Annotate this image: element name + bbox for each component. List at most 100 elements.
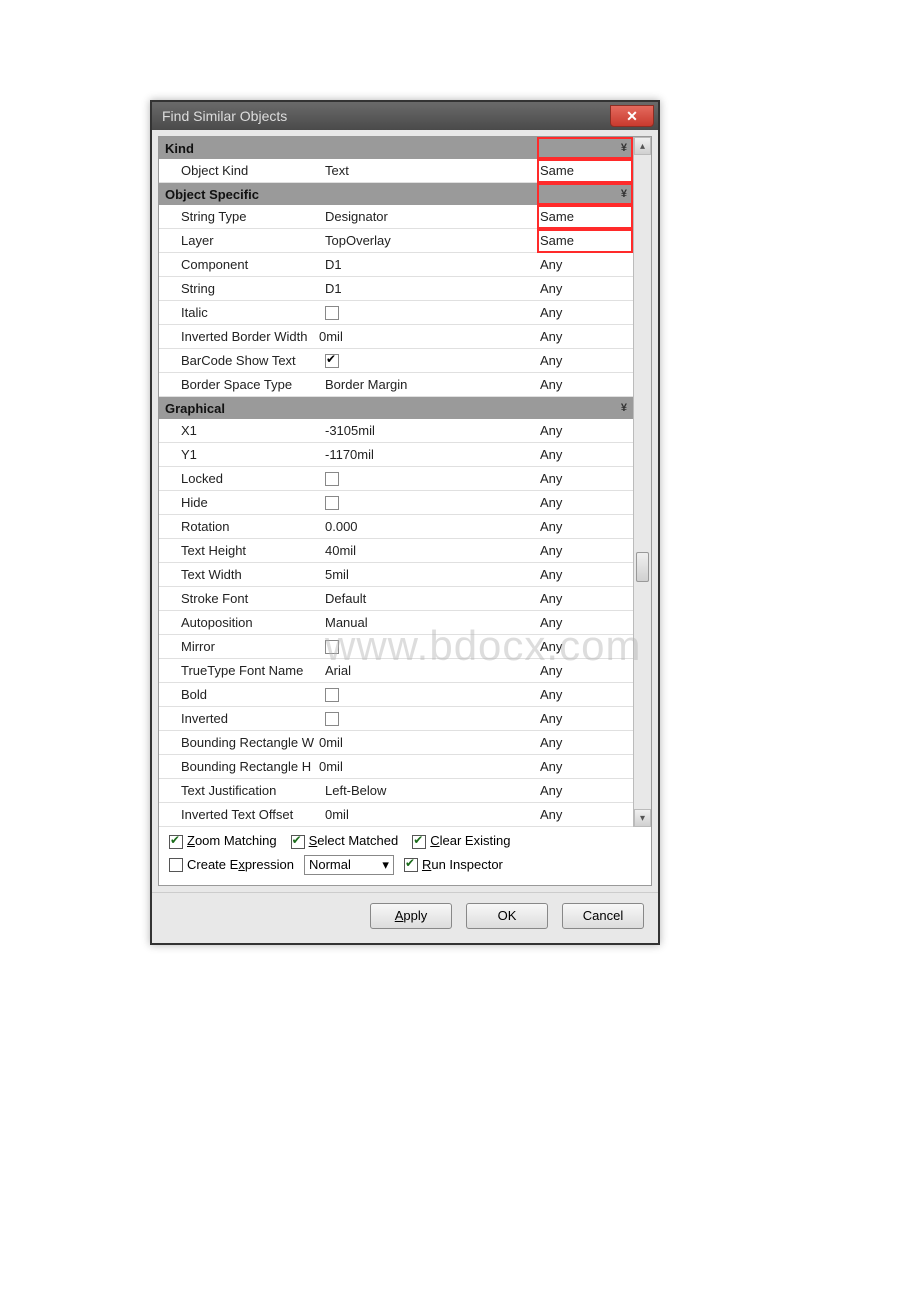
- row-text-justification[interactable]: Text Justification Left-Below Any: [159, 779, 633, 803]
- prop-value[interactable]: Default: [319, 591, 534, 606]
- prop-match[interactable]: Any: [534, 759, 629, 774]
- row-border-space-type[interactable]: Border Space Type Border Margin Any: [159, 373, 633, 397]
- row-truetype-font-name[interactable]: TrueType Font Name Arial Any: [159, 659, 633, 683]
- checkbox-bold[interactable]: [325, 688, 339, 702]
- row-y1[interactable]: Y1 -1170mil Any: [159, 443, 633, 467]
- prop-match[interactable]: Same: [540, 233, 574, 248]
- checkbox-run-inspector[interactable]: [404, 858, 418, 872]
- row-x1[interactable]: X1 -3105mil Any: [159, 419, 633, 443]
- prop-value[interactable]: -3105mil: [319, 423, 534, 438]
- prop-match[interactable]: Any: [534, 519, 629, 534]
- row-text-width[interactable]: Text Width 5mil Any: [159, 563, 633, 587]
- prop-match[interactable]: Any: [534, 353, 629, 368]
- prop-value[interactable]: D1: [319, 281, 534, 296]
- prop-value[interactable]: D1: [319, 257, 534, 272]
- prop-value[interactable]: Text: [319, 163, 534, 178]
- prop-value[interactable]: 0mil: [313, 759, 534, 774]
- prop-match[interactable]: Any: [534, 711, 629, 726]
- apply-button[interactable]: Apply: [370, 903, 452, 929]
- run-inspector-option[interactable]: Run Inspector: [404, 857, 503, 873]
- row-autoposition[interactable]: Autoposition Manual Any: [159, 611, 633, 635]
- checkbox-zoom-matching[interactable]: [169, 835, 183, 849]
- row-bounding-rect-w[interactable]: Bounding Rectangle W 0mil Any: [159, 731, 633, 755]
- scroll-up-icon[interactable]: ▴: [634, 137, 651, 155]
- close-button[interactable]: ✕: [610, 105, 654, 127]
- section-object-specific[interactable]: Object Specific ¥: [159, 183, 633, 205]
- prop-match[interactable]: Any: [534, 663, 629, 678]
- row-hide[interactable]: Hide Any: [159, 491, 633, 515]
- prop-match[interactable]: Any: [534, 639, 629, 654]
- prop-value[interactable]: 0mil: [313, 735, 534, 750]
- row-string-type[interactable]: String Type Designator Same: [159, 205, 633, 229]
- prop-match[interactable]: Any: [534, 305, 629, 320]
- prop-match[interactable]: Same: [540, 209, 574, 224]
- row-component[interactable]: Component D1 Any: [159, 253, 633, 277]
- checkbox-mirror[interactable]: [325, 640, 339, 654]
- prop-match[interactable]: Any: [534, 567, 629, 582]
- prop-match[interactable]: Any: [534, 735, 629, 750]
- row-bounding-rect-h[interactable]: Bounding Rectangle H 0mil Any: [159, 755, 633, 779]
- prop-value[interactable]: Left-Below: [319, 783, 534, 798]
- prop-value[interactable]: Designator: [319, 209, 534, 224]
- scroll-thumb[interactable]: [636, 552, 649, 582]
- checkbox-barcode-show-text[interactable]: [325, 354, 339, 368]
- prop-match[interactable]: Any: [534, 257, 629, 272]
- prop-value[interactable]: -1170mil: [319, 447, 534, 462]
- row-barcode-show-text[interactable]: BarCode Show Text Any: [159, 349, 633, 373]
- row-object-kind[interactable]: Object Kind Text Same: [159, 159, 633, 183]
- select-matched-option[interactable]: Select Matched: [291, 833, 399, 849]
- prop-match[interactable]: Any: [534, 281, 629, 296]
- prop-match[interactable]: Same: [540, 163, 574, 178]
- row-locked[interactable]: Locked Any: [159, 467, 633, 491]
- row-inverted[interactable]: Inverted Any: [159, 707, 633, 731]
- row-text-height[interactable]: Text Height 40mil Any: [159, 539, 633, 563]
- checkbox-clear-existing[interactable]: [412, 835, 426, 849]
- checkbox-italic[interactable]: [325, 306, 339, 320]
- checkbox-locked[interactable]: [325, 472, 339, 486]
- prop-value[interactable]: 0mil: [313, 329, 534, 344]
- row-stroke-font[interactable]: Stroke Font Default Any: [159, 587, 633, 611]
- checkbox-hide[interactable]: [325, 496, 339, 510]
- prop-match[interactable]: Any: [534, 423, 629, 438]
- prop-value[interactable]: Arial: [319, 663, 534, 678]
- checkbox-create-expression[interactable]: [169, 858, 183, 872]
- create-expression-option[interactable]: Create Expression: [169, 857, 294, 873]
- row-string[interactable]: String D1 Any: [159, 277, 633, 301]
- prop-match[interactable]: Any: [534, 447, 629, 462]
- prop-match[interactable]: Any: [534, 329, 629, 344]
- checkbox-select-matched[interactable]: [291, 835, 305, 849]
- prop-value[interactable]: 0.000: [319, 519, 534, 534]
- prop-match[interactable]: Any: [534, 687, 629, 702]
- prop-match[interactable]: Any: [534, 377, 629, 392]
- section-graphical[interactable]: Graphical ¥: [159, 397, 633, 419]
- prop-match[interactable]: Any: [534, 807, 629, 822]
- scroll-down-icon[interactable]: ▾: [634, 809, 651, 827]
- prop-match[interactable]: Any: [534, 615, 629, 630]
- checkbox-inverted[interactable]: [325, 712, 339, 726]
- prop-match[interactable]: Any: [534, 543, 629, 558]
- row-mirror[interactable]: Mirror Any: [159, 635, 633, 659]
- prop-match[interactable]: Any: [534, 783, 629, 798]
- prop-match[interactable]: Any: [534, 471, 629, 486]
- prop-match[interactable]: Any: [534, 495, 629, 510]
- row-inverted-text-offset[interactable]: Inverted Text Offset 0mil Any: [159, 803, 633, 827]
- row-rotation[interactable]: Rotation 0.000 Any: [159, 515, 633, 539]
- row-inverted-border-width[interactable]: Inverted Border Width 0mil Any: [159, 325, 633, 349]
- prop-value[interactable]: 5mil: [319, 567, 534, 582]
- row-italic[interactable]: Italic Any: [159, 301, 633, 325]
- clear-existing-option[interactable]: Clear Existing: [412, 833, 510, 849]
- section-kind[interactable]: Kind ¥: [159, 137, 633, 159]
- row-bold[interactable]: Bold Any: [159, 683, 633, 707]
- cancel-button[interactable]: Cancel: [562, 903, 644, 929]
- vertical-scrollbar[interactable]: ▴ ▾: [633, 137, 651, 827]
- prop-value[interactable]: Manual: [319, 615, 534, 630]
- expression-mode-select[interactable]: Normal ▾: [304, 855, 394, 875]
- prop-value[interactable]: 40mil: [319, 543, 534, 558]
- ok-button[interactable]: OK: [466, 903, 548, 929]
- prop-value[interactable]: Border Margin: [319, 377, 534, 392]
- zoom-matching-option[interactable]: ZZoom Matchingoom Matching: [169, 833, 277, 849]
- prop-value[interactable]: 0mil: [319, 807, 534, 822]
- prop-match[interactable]: Any: [534, 591, 629, 606]
- prop-value[interactable]: TopOverlay: [319, 233, 534, 248]
- row-layer[interactable]: Layer TopOverlay Same: [159, 229, 633, 253]
